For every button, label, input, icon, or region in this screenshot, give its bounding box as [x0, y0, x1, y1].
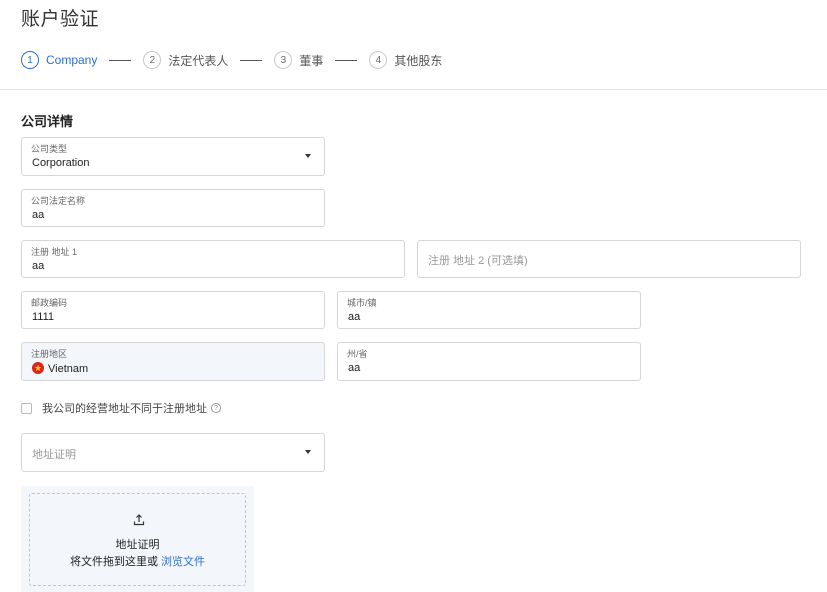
different-address-label[interactable]: 我公司的经营地址不同于注册地址 — [42, 400, 207, 416]
city-label: 城市/镇 — [347, 298, 377, 308]
postal-code-value: 1111 — [32, 311, 55, 323]
different-address-checkbox[interactable] — [21, 402, 32, 414]
city-value: aa — [348, 311, 361, 323]
different-address-row: 我公司的经营地址不同于注册地址 ? — [21, 400, 221, 416]
upload-area: 地址证明 将文件拖到这里或 浏览文件 — [21, 486, 254, 592]
company-type-value: Corporation — [32, 157, 90, 169]
region-label: 注册地区 — [31, 349, 68, 359]
city-input[interactable]: 城市/镇 aa — [337, 291, 641, 329]
step-number: 1 — [21, 51, 39, 69]
address1-label: 注册 地址 1 — [31, 247, 78, 257]
address1-input[interactable]: 注册 地址 1 aa — [21, 240, 405, 278]
page-title: 账户验证 — [21, 9, 100, 30]
company-type-select[interactable]: 公司类型 Corporation — [21, 137, 325, 176]
caret-down-icon — [305, 154, 311, 158]
region-select[interactable]: 注册地区 Vietnam — [21, 342, 325, 381]
upload-icon — [133, 514, 145, 526]
upload-hint-row: 将文件拖到这里或 浏览文件 — [30, 553, 245, 569]
state-input[interactable]: 州/省 aa — [337, 342, 641, 381]
step-number: 2 — [143, 51, 162, 69]
vietnam-flag-icon — [32, 361, 44, 375]
header-divider — [0, 89, 827, 90]
step-label: Company — [46, 53, 98, 67]
step-label: 董事 — [299, 53, 324, 68]
step-number: 4 — [369, 51, 388, 69]
state-label: 州/省 — [347, 349, 368, 359]
address1-value: aa — [32, 260, 45, 272]
step-connector — [240, 59, 263, 61]
address-proof-select[interactable]: 地址证明 — [21, 433, 325, 472]
step-connector — [335, 59, 358, 61]
step-company[interactable]: 1 Company — [21, 51, 97, 69]
postal-code-input[interactable]: 邮政编码 1111 — [21, 291, 325, 329]
upload-title: 地址证明 — [115, 539, 160, 551]
legal-name-label: 公司法定名称 — [31, 196, 86, 206]
step-label: 法定代表人 — [168, 53, 229, 68]
caret-down-icon — [305, 450, 311, 454]
step-directors[interactable]: 3 董事 — [274, 51, 323, 69]
legal-name-input[interactable]: 公司法定名称 aa — [21, 189, 325, 227]
region-value: Vietnam — [48, 363, 89, 375]
step-legal-representative[interactable]: 2 法定代表人 — [143, 51, 228, 69]
address-proof-placeholder: 地址证明 — [32, 449, 76, 461]
help-icon[interactable]: ? — [211, 403, 221, 413]
region-value-wrap: Vietnam — [32, 361, 89, 375]
state-value: aa — [348, 362, 361, 374]
step-connector — [109, 59, 132, 61]
file-dropzone[interactable]: 地址证明 将文件拖到这里或 浏览文件 — [29, 493, 246, 586]
section-title: 公司详情 — [21, 114, 74, 129]
address2-placeholder: 注册 地址 2 (可选填) — [428, 255, 528, 267]
address2-input[interactable]: 注册 地址 2 (可选填) — [417, 240, 801, 278]
stepper: 1 Company 2 法定代表人 3 董事 4 其他股东 — [21, 50, 442, 70]
step-label: 其他股东 — [394, 53, 443, 68]
postal-code-label: 邮政编码 — [31, 298, 68, 308]
legal-name-value: aa — [32, 209, 45, 221]
step-other-shareholders[interactable]: 4 其他股东 — [369, 51, 442, 69]
step-number: 3 — [274, 51, 293, 69]
browse-files-link[interactable]: 浏览文件 — [161, 556, 205, 568]
company-type-label: 公司类型 — [31, 144, 68, 154]
upload-hint: 将文件拖到这里或 — [69, 556, 158, 568]
